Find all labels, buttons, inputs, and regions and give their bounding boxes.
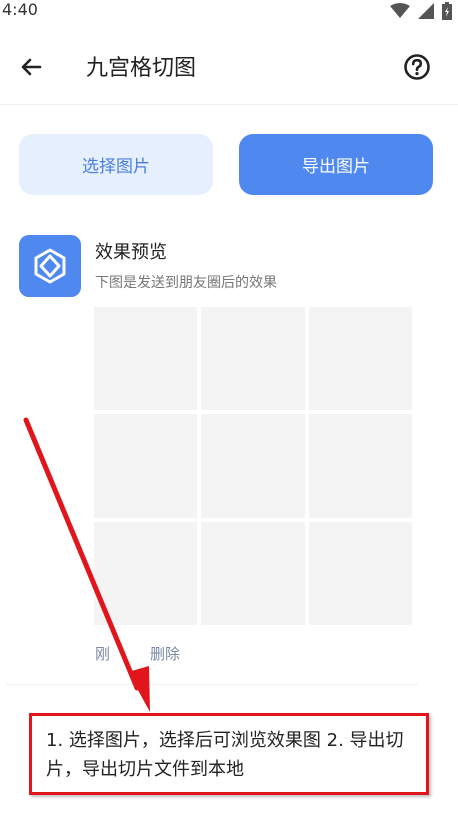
help-icon[interactable]	[403, 53, 431, 81]
preview-subtitle: 下图是发送到朋友圈后的效果	[95, 275, 277, 291]
grid-cell	[94, 521, 198, 625]
nine-grid-preview	[94, 307, 412, 625]
grid-cell	[201, 521, 305, 625]
status-icons	[390, 2, 452, 20]
select-image-button[interactable]: 选择图片	[19, 134, 213, 195]
action-link-partial[interactable]: 刚	[95, 643, 110, 664]
status-bar: 4:40	[0, 0, 458, 24]
grid-cell	[308, 307, 412, 411]
back-arrow-icon[interactable]	[16, 52, 46, 82]
grid-cell	[94, 414, 198, 518]
grid-cell	[308, 414, 412, 518]
grid-cell	[201, 307, 305, 411]
annotation-box: 1. 选择图片，选择后可浏览效果图 2. 导出切片，导出切片文件到本地	[29, 713, 429, 795]
delete-link[interactable]: 删除	[150, 643, 180, 664]
grid-cell	[308, 521, 412, 625]
app-bar: 九宫格切图	[0, 34, 458, 105]
preview-title: 效果预览	[95, 242, 167, 263]
page-title: 九宫格切图	[86, 56, 197, 81]
divider	[6, 684, 418, 685]
export-image-button[interactable]: 导出图片	[239, 134, 433, 195]
battery-icon	[442, 2, 452, 20]
grid-cell	[94, 307, 198, 411]
wifi-icon	[390, 3, 410, 18]
status-time: 4:40	[2, 0, 38, 19]
grid-cell	[201, 414, 305, 518]
signal-icon	[418, 3, 434, 19]
cube-icon	[19, 235, 81, 297]
